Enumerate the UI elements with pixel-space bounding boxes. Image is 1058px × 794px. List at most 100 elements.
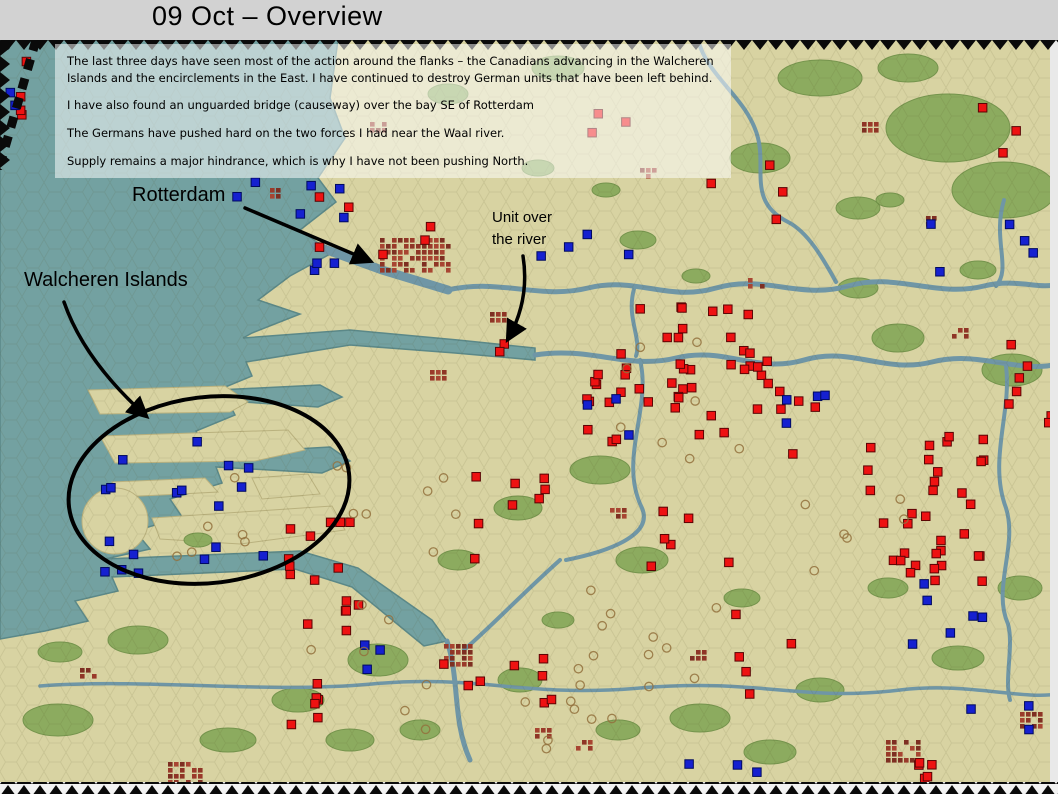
red-unit-marker[interactable] bbox=[745, 348, 755, 358]
red-unit-marker[interactable] bbox=[286, 719, 297, 730]
red-unit-marker[interactable] bbox=[470, 553, 480, 564]
red-unit-marker[interactable] bbox=[762, 356, 772, 367]
red-unit-marker[interactable] bbox=[752, 404, 763, 414]
red-unit-marker[interactable] bbox=[933, 467, 943, 477]
red-unit-marker[interactable] bbox=[333, 563, 343, 573]
red-unit-marker[interactable] bbox=[929, 476, 940, 487]
red-unit-marker[interactable] bbox=[314, 242, 325, 252]
red-unit-marker[interactable] bbox=[907, 508, 917, 519]
blue-unit-marker[interactable] bbox=[922, 595, 932, 606]
red-unit-marker[interactable] bbox=[510, 478, 520, 489]
red-unit-marker[interactable] bbox=[611, 434, 622, 445]
blue-unit-marker[interactable] bbox=[106, 483, 116, 493]
red-unit-marker[interactable] bbox=[778, 187, 788, 197]
red-unit-marker[interactable] bbox=[936, 535, 946, 546]
red-unit-marker[interactable] bbox=[309, 575, 320, 585]
red-unit-marker[interactable] bbox=[719, 427, 729, 438]
red-unit-marker[interactable] bbox=[895, 555, 906, 566]
red-unit-marker[interactable] bbox=[905, 567, 916, 578]
red-unit-marker[interactable] bbox=[345, 517, 355, 528]
blue-unit-marker[interactable] bbox=[781, 418, 792, 428]
red-unit-marker[interactable] bbox=[314, 192, 325, 202]
blue-unit-marker[interactable] bbox=[306, 180, 316, 191]
blue-unit-marker[interactable] bbox=[623, 249, 634, 260]
blue-unit-marker[interactable] bbox=[334, 183, 345, 194]
blue-unit-marker[interactable] bbox=[362, 664, 372, 675]
red-unit-marker[interactable] bbox=[341, 596, 352, 606]
blue-unit-marker[interactable] bbox=[935, 267, 945, 277]
red-unit-marker[interactable] bbox=[743, 309, 753, 320]
blue-unit-marker[interactable] bbox=[312, 258, 322, 268]
blue-unit-marker[interactable] bbox=[611, 394, 621, 404]
red-unit-marker[interactable] bbox=[771, 214, 782, 225]
blue-unit-marker[interactable] bbox=[1004, 219, 1015, 230]
red-unit-marker[interactable] bbox=[540, 484, 550, 495]
red-unit-marker[interactable] bbox=[924, 440, 935, 451]
red-unit-marker[interactable] bbox=[677, 323, 688, 334]
red-unit-marker[interactable] bbox=[928, 485, 938, 496]
red-unit-marker[interactable] bbox=[673, 392, 684, 403]
blue-unit-marker[interactable] bbox=[966, 704, 976, 714]
blue-unit-marker[interactable] bbox=[820, 390, 830, 401]
red-unit-marker[interactable] bbox=[973, 551, 984, 561]
red-unit-marker[interactable] bbox=[378, 249, 388, 260]
red-unit-marker[interactable] bbox=[313, 712, 323, 723]
red-unit-marker[interactable] bbox=[931, 548, 941, 559]
red-unit-marker[interactable] bbox=[923, 454, 934, 465]
red-unit-marker[interactable] bbox=[646, 561, 657, 572]
blue-unit-marker[interactable] bbox=[926, 219, 936, 229]
blue-unit-marker[interactable] bbox=[1019, 236, 1030, 246]
blue-unit-marker[interactable] bbox=[236, 482, 247, 492]
red-unit-marker[interactable] bbox=[670, 403, 680, 413]
red-unit-marker[interactable] bbox=[866, 442, 876, 453]
red-unit-marker[interactable] bbox=[686, 382, 697, 393]
red-unit-marker[interactable] bbox=[914, 758, 925, 768]
blue-unit-marker[interactable] bbox=[243, 463, 254, 473]
red-unit-marker[interactable] bbox=[673, 332, 684, 343]
blue-unit-marker[interactable] bbox=[1024, 724, 1034, 735]
red-unit-marker[interactable] bbox=[765, 160, 775, 170]
red-unit-marker[interactable] bbox=[865, 485, 876, 496]
red-unit-marker[interactable] bbox=[965, 499, 976, 510]
red-unit-marker[interactable] bbox=[473, 518, 484, 529]
red-unit-marker[interactable] bbox=[978, 434, 989, 445]
blue-unit-marker[interactable] bbox=[684, 759, 694, 769]
red-unit-marker[interactable] bbox=[998, 148, 1008, 158]
red-unit-marker[interactable] bbox=[788, 449, 798, 459]
red-unit-marker[interactable] bbox=[537, 671, 548, 681]
blue-unit-marker[interactable] bbox=[250, 177, 261, 188]
red-unit-marker[interactable] bbox=[635, 304, 645, 314]
red-unit-marker[interactable] bbox=[475, 676, 486, 686]
red-unit-marker[interactable] bbox=[922, 771, 933, 782]
red-unit-marker[interactable] bbox=[810, 402, 821, 412]
red-unit-marker[interactable] bbox=[706, 178, 716, 189]
red-unit-marker[interactable] bbox=[634, 384, 645, 394]
red-unit-marker[interactable] bbox=[723, 304, 733, 314]
blue-unit-marker[interactable] bbox=[919, 579, 929, 589]
red-unit-marker[interactable] bbox=[593, 369, 603, 380]
blue-unit-marker[interactable] bbox=[211, 542, 221, 552]
red-unit-marker[interactable] bbox=[741, 666, 751, 677]
red-unit-marker[interactable] bbox=[694, 429, 705, 440]
blue-unit-marker[interactable] bbox=[329, 258, 340, 268]
red-unit-marker[interactable] bbox=[1011, 126, 1021, 136]
red-unit-marker[interactable] bbox=[921, 511, 931, 521]
red-unit-marker[interactable] bbox=[763, 378, 773, 389]
red-unit-marker[interactable] bbox=[471, 472, 481, 482]
red-unit-marker[interactable] bbox=[420, 235, 430, 245]
red-unit-marker[interactable] bbox=[793, 396, 804, 406]
blue-unit-marker[interactable] bbox=[1028, 248, 1038, 258]
red-unit-marker[interactable] bbox=[726, 359, 736, 370]
red-unit-marker[interactable] bbox=[425, 221, 436, 232]
red-unit-marker[interactable] bbox=[957, 488, 967, 498]
red-unit-marker[interactable] bbox=[1022, 361, 1033, 371]
blue-unit-marker[interactable] bbox=[199, 554, 210, 565]
red-unit-marker[interactable] bbox=[1011, 386, 1022, 397]
blue-unit-marker[interactable] bbox=[907, 639, 918, 649]
red-unit-marker[interactable] bbox=[683, 513, 694, 524]
red-unit-marker[interactable] bbox=[463, 680, 473, 691]
red-unit-marker[interactable] bbox=[616, 349, 626, 359]
blue-unit-marker[interactable] bbox=[118, 455, 128, 465]
red-unit-marker[interactable] bbox=[439, 659, 449, 669]
red-unit-marker[interactable] bbox=[538, 653, 549, 664]
